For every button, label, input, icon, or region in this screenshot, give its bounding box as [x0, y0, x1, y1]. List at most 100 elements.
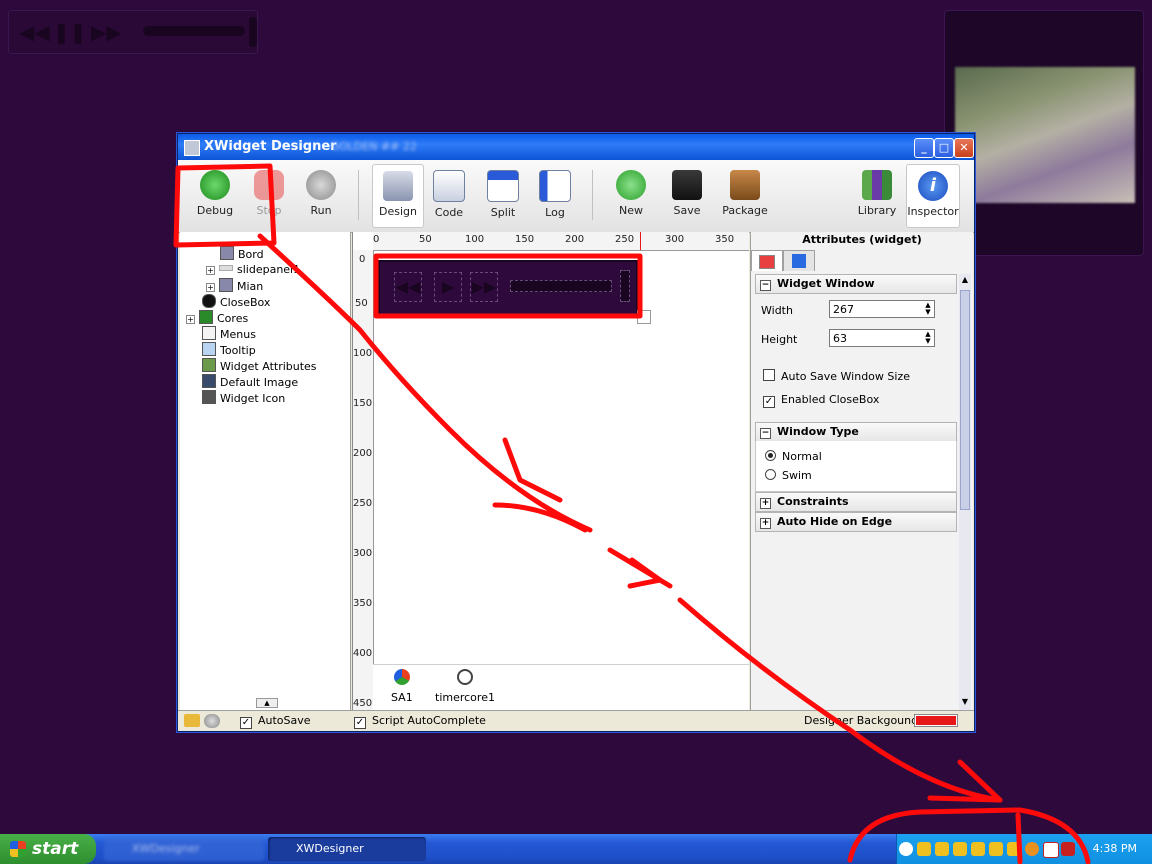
- widget-preview[interactable]: ◀◀ ▶ ▶▶: [378, 260, 638, 316]
- inspector-scrollbar[interactable]: ▲ ▼: [959, 274, 971, 710]
- designer-background-swatch[interactable]: [914, 714, 958, 727]
- ruler-tick: 200: [565, 234, 585, 245]
- package-button[interactable]: Package: [720, 164, 770, 226]
- folder-icon[interactable]: [184, 714, 200, 727]
- inspector-button[interactable]: i Inspector: [906, 164, 960, 228]
- tree-item-bord[interactable]: Bord: [220, 246, 264, 262]
- auto-hide-section[interactable]: + Auto Hide on Edge: [755, 512, 957, 532]
- stop-button[interactable]: Stop: [244, 164, 294, 226]
- forward-icon[interactable]: ▶▶: [470, 272, 498, 302]
- tree-item-widget-icon[interactable]: Widget Icon: [202, 390, 285, 406]
- script-autocomplete-checkbox[interactable]: ✓ Script AutoComplete: [354, 711, 486, 731]
- autosave-checkbox[interactable]: ✓ AutoSave: [240, 711, 311, 731]
- tree-item-label: Cores: [217, 312, 249, 325]
- window-type-section[interactable]: − Window Type: [755, 422, 957, 442]
- maximize-button[interactable]: □: [934, 138, 954, 158]
- tab-objects[interactable]: [783, 250, 815, 271]
- tooltip-icon: [202, 342, 216, 356]
- radio-normal[interactable]: Normal: [765, 450, 822, 463]
- spin-arrows-icon[interactable]: ▲ ▼: [923, 302, 933, 316]
- tray-app-icon[interactable]: [1061, 842, 1075, 856]
- forward-icon[interactable]: ▶▶: [91, 19, 122, 45]
- desktop-media-widget[interactable]: ◀◀ ❚❚ ▶▶: [8, 10, 258, 54]
- tray-app-icon[interactable]: [971, 842, 985, 856]
- expand-icon[interactable]: +: [186, 315, 195, 324]
- search-icon[interactable]: [1043, 842, 1059, 858]
- scroll-up-icon[interactable]: ▲: [959, 274, 971, 286]
- play-icon[interactable]: ▶: [434, 272, 462, 302]
- design-canvas[interactable]: 0 50 100 150 200 250 300 350 0 50 100 15…: [352, 232, 749, 711]
- section-title: Widget Window: [777, 277, 875, 290]
- tree-item-default-image[interactable]: Default Image: [202, 374, 298, 390]
- object-tree[interactable]: Bord + slidepanel1 + Mian CloseBox + Cores …: [180, 232, 351, 710]
- tree-item-widget-attributes[interactable]: Widget Attributes: [202, 358, 317, 374]
- stop-icon: [254, 170, 284, 200]
- tree-item-menus[interactable]: Menus: [202, 326, 256, 342]
- rewind-icon[interactable]: ◀◀: [19, 19, 50, 45]
- expand-icon[interactable]: +: [206, 283, 215, 292]
- rewind-icon[interactable]: ◀◀: [394, 272, 422, 302]
- tab-attributes[interactable]: [751, 250, 783, 271]
- horizontal-ruler: 0 50 100 150 200 250 300 350: [373, 232, 749, 251]
- tray-app-icon[interactable]: [953, 842, 967, 856]
- volume-track[interactable]: [143, 26, 245, 36]
- taskbar-item-blurred[interactable]: XWDesigner: [104, 837, 264, 861]
- code-button[interactable]: Code: [424, 164, 474, 226]
- tray-expand-icon[interactable]: [899, 842, 913, 856]
- height-field[interactable]: 63 ▲ ▼: [829, 329, 935, 347]
- design-icon: [383, 171, 413, 201]
- tree-collapse-button[interactable]: ▲: [256, 698, 278, 708]
- tree-item-slidepanel1[interactable]: + slidepanel1: [206, 262, 300, 278]
- component-sa1[interactable]: SA1: [391, 669, 413, 704]
- tree-item-closebox[interactable]: CloseBox: [202, 294, 270, 310]
- radio-swim[interactable]: Swim: [765, 469, 812, 482]
- constraints-section[interactable]: + Constraints: [755, 492, 957, 512]
- tray-app-icon[interactable]: [989, 842, 1003, 856]
- image-icon: [220, 246, 234, 260]
- close-button[interactable]: ✕: [954, 138, 974, 158]
- component-timercore1[interactable]: timercore1: [435, 669, 495, 704]
- tray-app-icon[interactable]: [1025, 842, 1039, 856]
- start-button[interactable]: start: [0, 834, 96, 864]
- height-label: Height: [761, 333, 798, 346]
- taskbar-item-label: XWDesigner: [296, 842, 364, 855]
- tree-item-cores[interactable]: + Cores: [186, 310, 248, 326]
- width-field[interactable]: 267 ▲ ▼: [829, 300, 935, 318]
- log-button[interactable]: Log: [530, 164, 580, 226]
- new-button[interactable]: New: [606, 164, 656, 226]
- gear-icon[interactable]: [204, 714, 220, 728]
- attributes-icon: [202, 358, 216, 372]
- tray-app-icon[interactable]: [1007, 842, 1021, 856]
- tree-item-mian[interactable]: + Mian: [206, 278, 263, 294]
- run-button[interactable]: Run: [296, 164, 346, 226]
- title-bar[interactable]: XWidget Designer - GOLDEN ## 22 _ □ ✕: [178, 134, 974, 160]
- play-icon[interactable]: ❚❚: [53, 19, 87, 45]
- expand-icon[interactable]: +: [206, 266, 215, 275]
- debug-button[interactable]: Debug: [190, 164, 240, 226]
- split-button[interactable]: Split: [478, 164, 528, 226]
- height-value: 63: [833, 332, 847, 345]
- scroll-down-icon[interactable]: ▼: [959, 696, 971, 708]
- designer-background-label: Designer Backgound: [804, 714, 919, 727]
- library-button[interactable]: Library: [852, 164, 902, 226]
- tray-app-icon[interactable]: [917, 842, 931, 856]
- enabled-closebox-checkbox[interactable]: ✓ Enabled CloseBox: [763, 393, 879, 408]
- save-button[interactable]: Save: [662, 164, 712, 226]
- close-circle-icon: [202, 294, 216, 308]
- minimize-button[interactable]: _: [914, 138, 934, 158]
- volume-knob[interactable]: [620, 270, 630, 302]
- design-button[interactable]: Design: [372, 164, 424, 228]
- volume-knob[interactable]: [249, 17, 257, 47]
- spin-arrows-icon[interactable]: ▲ ▼: [923, 331, 933, 345]
- tree-item-tooltip[interactable]: Tooltip: [202, 342, 256, 358]
- volume-track[interactable]: [510, 280, 612, 292]
- split-icon: [487, 170, 519, 202]
- resize-handle[interactable]: [637, 310, 651, 324]
- tray-app-icon[interactable]: [935, 842, 949, 856]
- widget-window-section[interactable]: − Widget Window: [755, 274, 957, 294]
- checkbox-label: AutoSave: [258, 714, 311, 727]
- taskbar-item-xwdesigner[interactable]: XWDesigner: [268, 837, 426, 861]
- auto-save-size-checkbox[interactable]: Auto Save Window Size: [763, 369, 910, 383]
- clock[interactable]: 4:38 PM: [1093, 842, 1137, 855]
- scrollbar-thumb[interactable]: [960, 290, 970, 510]
